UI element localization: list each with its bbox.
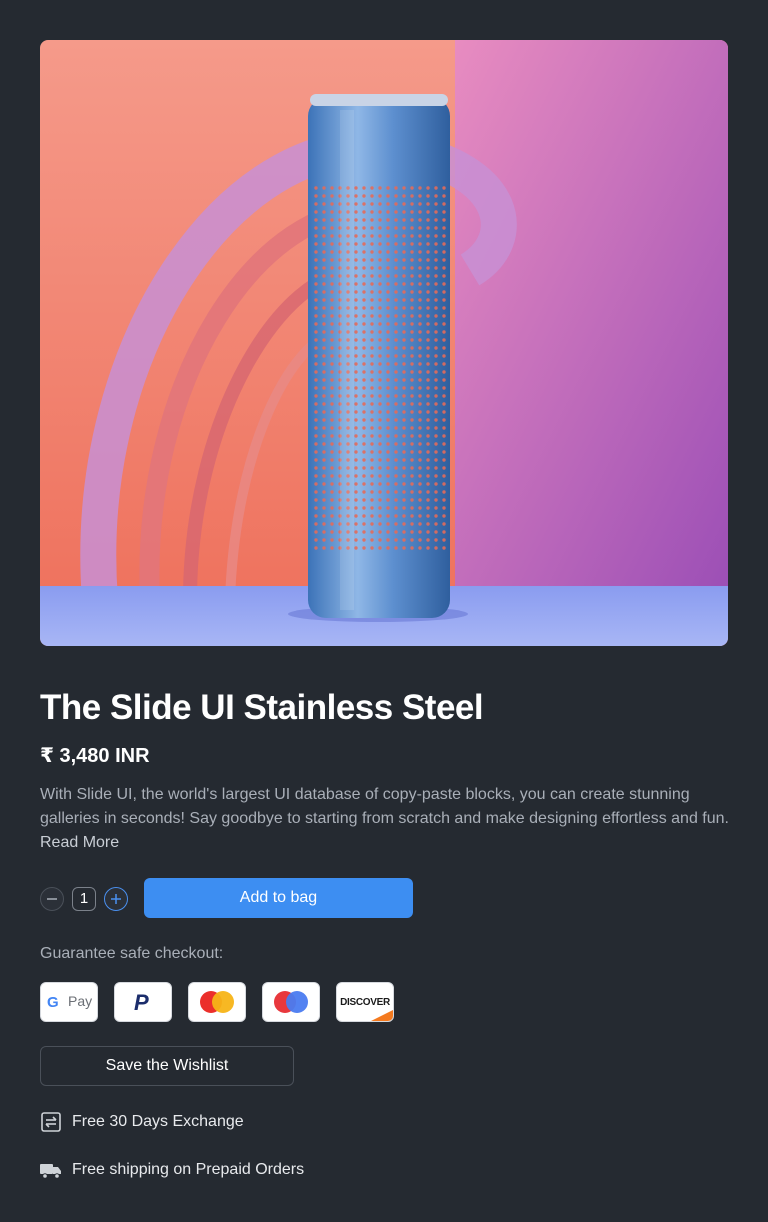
product-description: With Slide UI, the world's largest UI da… — [40, 783, 730, 855]
google-pay-text: Pay — [68, 993, 93, 1009]
minus-icon — [47, 898, 57, 900]
svg-text:G: G — [47, 994, 59, 1011]
exchange-icon — [40, 1111, 62, 1133]
discover-icon: DISCOVER — [336, 982, 394, 1022]
product-title: The Slide UI Stainless Steel — [40, 688, 484, 727]
quantity-value[interactable]: 1 — [72, 887, 96, 911]
feature-shipping-label: Free shipping on Prepaid Orders — [72, 1161, 305, 1178]
feature-exchange-label: Free 30 Days Exchange — [72, 1113, 244, 1130]
checkout-label: Guarantee safe checkout: — [40, 945, 224, 962]
increment-button[interactable] — [104, 887, 128, 911]
add-to-bag-button[interactable]: Add to bag — [144, 878, 413, 918]
truck-icon — [40, 1159, 62, 1181]
save-wishlist-button[interactable]: Save the Wishlist — [40, 1046, 294, 1086]
feature-exchange: Free 30 Days Exchange — [40, 1110, 244, 1134]
google-pay-icon: G Pay — [40, 982, 98, 1022]
svg-text:P: P — [134, 990, 149, 1014]
plus-icon — [111, 894, 121, 904]
product-price: ₹ 3,480 INR — [40, 745, 150, 767]
mastercard-icon — [188, 982, 246, 1022]
feature-shipping: Free shipping on Prepaid Orders — [40, 1158, 304, 1182]
decrement-button[interactable] — [40, 887, 64, 911]
read-more-link[interactable]: Read More — [40, 834, 119, 851]
maestro-icon — [262, 982, 320, 1022]
paypal-icon: P — [114, 982, 172, 1022]
description-text: With Slide UI, the world's largest UI da… — [40, 786, 729, 827]
product-image — [40, 40, 728, 646]
